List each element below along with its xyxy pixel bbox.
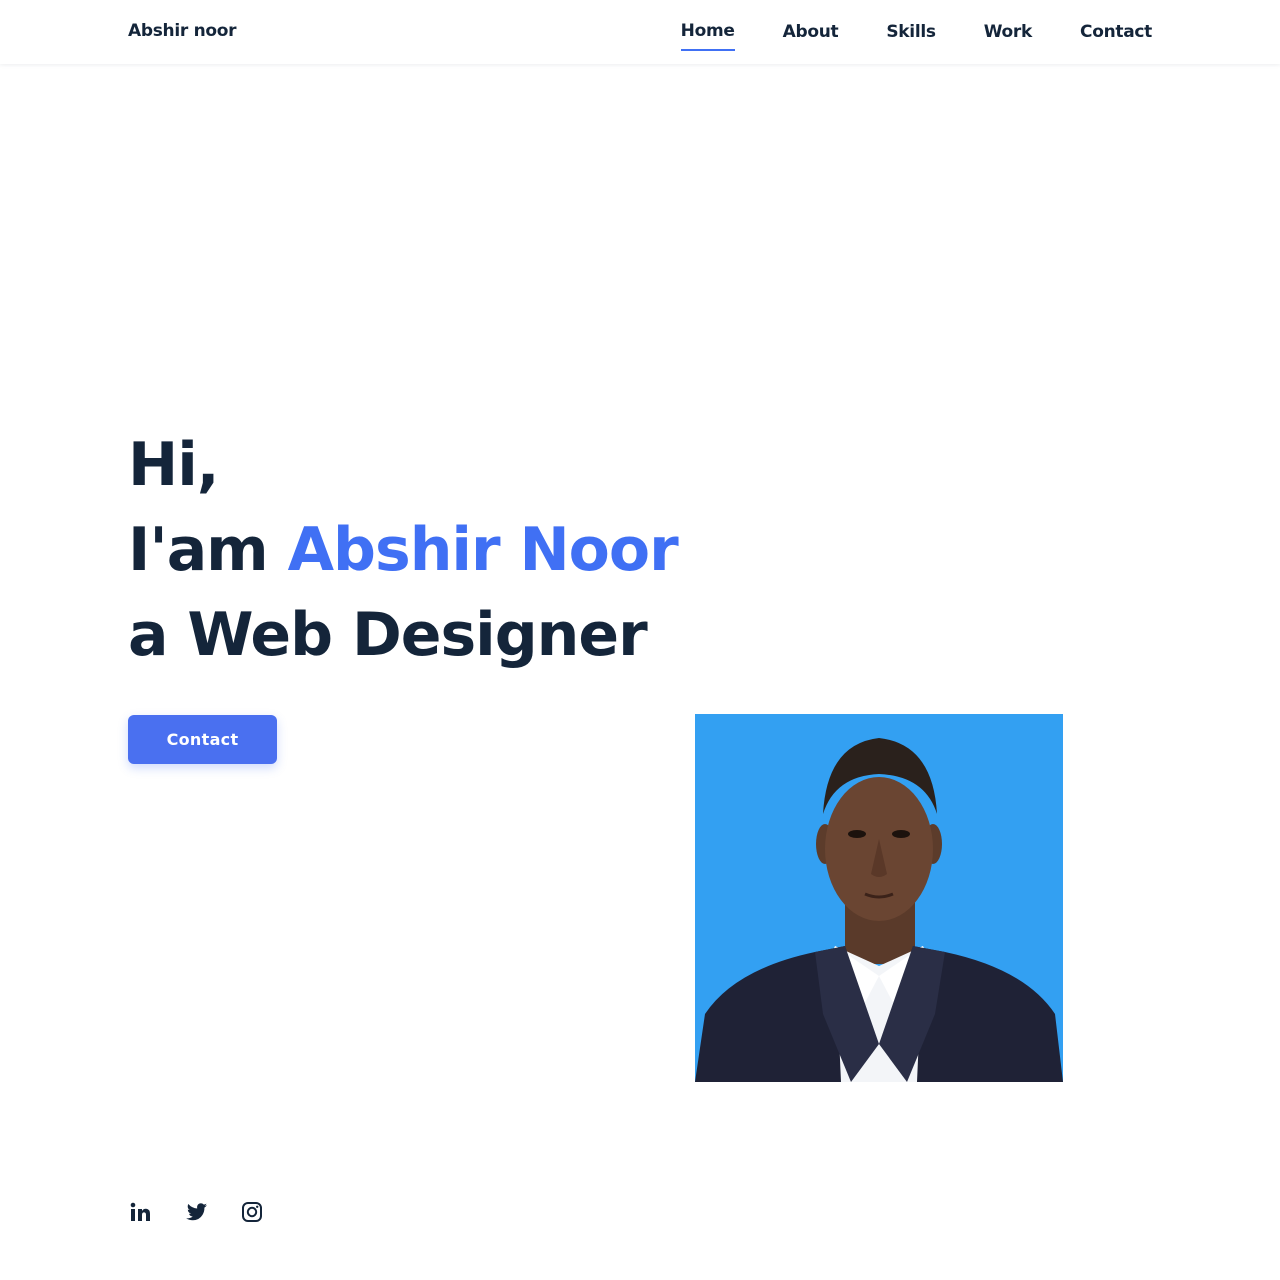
linkedin-icon [130,1202,150,1221]
social-links [128,1200,296,1228]
main-nav: Home About Skills Work Contact [633,0,1152,64]
twitter-link[interactable] [184,1200,208,1228]
profile-photo-illustration [695,714,1063,1082]
hero-name: Abshir Noor [287,515,679,585]
hero-greeting: Hi, [128,430,220,500]
nav-item-about: About [783,14,839,50]
nav-link-contact[interactable]: Contact [1080,22,1152,50]
linkedin-link[interactable] [128,1200,152,1228]
nav-item-skills: Skills [886,14,936,50]
nav-link-home[interactable]: Home [680,21,735,51]
twitter-icon [186,1203,207,1221]
site-logo[interactable]: Abshir noor [128,21,237,41]
hero-intro-line: I'am Abshir Noor [128,508,679,593]
instagram-link[interactable] [240,1200,264,1228]
profile-photo [695,714,1063,1082]
instagram-icon [242,1202,262,1222]
hero-role: a Web Designer [128,600,648,670]
nav-item-contact: Contact [1080,14,1152,50]
nav-item-work: Work [984,14,1033,50]
contact-button[interactable]: Contact [128,715,277,764]
hero-title: Hi, I'am Abshir Noor a Web Designer [128,423,679,678]
nav-link-skills[interactable]: Skills [886,22,936,50]
hero-intro-prefix: I'am [128,515,288,585]
nav-link-work[interactable]: Work [984,22,1033,50]
site-header: Abshir noor Home About Skills Work Conta… [0,0,1280,64]
nav-link-about[interactable]: About [783,22,839,50]
nav-item-home: Home [680,13,735,51]
